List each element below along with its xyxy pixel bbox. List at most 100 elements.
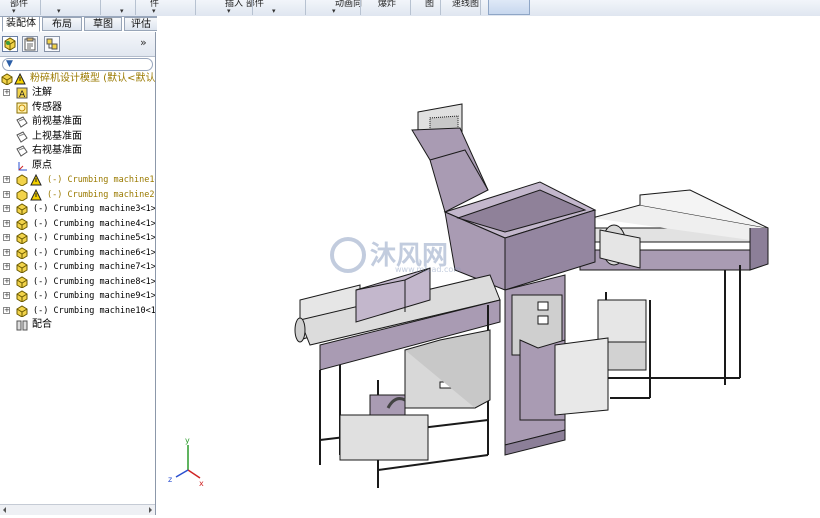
annotation-icon: A: [16, 87, 28, 99]
tree-expand-icon[interactable]: +: [3, 205, 10, 212]
ribbon-separator: [40, 0, 41, 15]
tree-expand-icon[interactable]: +: [3, 89, 10, 96]
tree-item-label: (-) Crumbing machine1<1>: [47, 175, 155, 185]
assembly-icon: [1, 73, 13, 85]
tree-item[interactable]: + (-) Crumbing machine3<1>: [0, 202, 155, 216]
tree-item-label: (-) Crumbing machine7<1>: [33, 262, 155, 272]
tree-filter-input[interactable]: ▼: [2, 58, 153, 71]
tree-item-label: (-) Crumbing machine9<1>: [33, 291, 155, 301]
tree-item-label: 原点: [32, 159, 52, 171]
tree-expand-icon[interactable]: +: [3, 176, 10, 183]
tree-item[interactable]: + (-) Crumbing machine6<1>: [0, 246, 155, 260]
part-warning-icon: [16, 188, 28, 201]
ribbon-dropdown-arrow-icon[interactable]: ▾: [12, 7, 16, 15]
part-icon: [16, 217, 28, 230]
ribbon-separator: [360, 0, 361, 15]
tree-item[interactable]: + (-) Crumbing machine5<1>: [0, 231, 155, 245]
tree-item[interactable]: 配合: [0, 318, 155, 332]
tab-2[interactable]: 草图: [84, 17, 122, 31]
tree-item-label: (-) Crumbing machine4<1>: [33, 218, 155, 229]
part-icon: [16, 304, 28, 317]
tree-expand-icon[interactable]: +: [3, 248, 10, 256]
tree-item[interactable]: + (-) Crumbing machine10<1>: [0, 304, 155, 318]
tree-root-label: 粉碎机设计模型 (默认<默认: [30, 73, 155, 84]
ribbon-separator: [480, 0, 481, 15]
tree-item[interactable]: + (-) Crumbing machine7<1>: [0, 260, 155, 274]
tree-item-label: 传感器: [32, 101, 62, 113]
tree-root-assembly[interactable]: 粉碎机设计模型 (默认<默认: [0, 72, 155, 86]
mates-icon: [16, 320, 28, 331]
tree-expand-icon[interactable]: +: [3, 219, 10, 227]
tree-item-label: (-) Crumbing machine8<1>: [33, 276, 155, 287]
property-manager-tab-icon[interactable]: [22, 36, 38, 52]
tree-item-label: 右视基准面: [32, 145, 82, 156]
warning-icon: [14, 73, 26, 85]
ribbon-dropdown-arrow-icon[interactable]: ▾: [57, 7, 61, 15]
ribbon-dropdown-arrow-icon[interactable]: ▾: [227, 7, 231, 15]
graphics-viewport[interactable]: 沐风网 www.mfcad.com y x z: [157, 16, 820, 515]
tree-expand-icon[interactable]: +: [3, 263, 10, 270]
part-icon: [16, 261, 28, 273]
ribbon-item-8[interactable]: 爆炸: [378, 0, 396, 9]
tree-item[interactable]: 右视基准面: [0, 144, 155, 158]
part-icon: [16, 232, 28, 244]
tree-item[interactable]: + (-) Crumbing machine1<1>: [0, 173, 155, 187]
tree-item[interactable]: + A 注解: [0, 86, 155, 100]
ribbon-separator: [135, 0, 136, 15]
plane-icon: [16, 145, 28, 157]
triad-y-label: y: [185, 436, 190, 445]
ribbon-dropdown-arrow-icon[interactable]: ▾: [272, 7, 276, 15]
ribbon-separator: [440, 0, 441, 15]
part-icon: [16, 246, 28, 259]
tab-3[interactable]: 评估: [124, 17, 158, 31]
tree-item[interactable]: 前视基准面: [0, 115, 155, 129]
tree-item-label: (-) Crumbing machine5<1>: [33, 233, 155, 243]
tree-item-label: 前视基准面: [32, 116, 82, 127]
tree-expand-icon[interactable]: +: [3, 277, 10, 285]
tree-item[interactable]: 原点: [0, 159, 155, 173]
tree-expand-icon[interactable]: +: [3, 190, 10, 198]
tree-item[interactable]: + (-) Crumbing machine4<1>: [0, 217, 155, 231]
tree-expand-icon[interactable]: +: [3, 306, 10, 314]
tree-item[interactable]: + (-) Crumbing machine9<1>: [0, 289, 155, 303]
feature-manager-panel: » ▼ 粉碎机设计模型 (默认<默认 + A 注解传感器前视基准面上视基准面 右视基准面…: [0, 32, 156, 515]
ribbon-item-9[interactable]: 图: [425, 0, 434, 9]
tree-item[interactable]: + (-) Crumbing machine8<1>: [0, 275, 155, 289]
tab-1[interactable]: 布局: [42, 17, 82, 31]
watermark-url: www.mfcad.com: [395, 265, 461, 274]
filter-funnel-icon[interactable]: ▼: [6, 59, 13, 70]
right-motor-box: [597, 299, 647, 343]
configuration-manager-tab-icon[interactable]: [44, 36, 60, 52]
triad-z-label: z: [168, 475, 172, 484]
tree-item[interactable]: 上视基准面: [0, 130, 155, 144]
warning-icon: [30, 174, 42, 186]
tree-item-label: (-) Crumbing machine6<1>: [33, 247, 155, 258]
feature-tree-tab-icon[interactable]: [2, 36, 18, 52]
ribbon-dropdown-arrow-icon[interactable]: ▾: [152, 7, 156, 15]
tree-item-label: (-) Crumbing machine10<1>: [33, 305, 155, 316]
axis-triad: y x z: [168, 436, 204, 488]
ribbon-dropdown-arrow-icon[interactable]: ▾: [120, 7, 124, 15]
ribbon-separator: [252, 0, 253, 15]
part-warning-icon: [16, 174, 28, 186]
horizontal-scrollbar[interactable]: [0, 504, 155, 515]
watermark-logo: 沐风网 www.mfcad.com: [330, 237, 461, 274]
plane-icon: [16, 116, 28, 128]
origin-icon: [18, 161, 27, 170]
ribbon-item-7[interactable]: 动画向: [335, 0, 362, 9]
ribbon-item-10[interactable]: 速线图: [452, 0, 479, 9]
tree-item-label: 配合: [32, 319, 52, 330]
tab-0[interactable]: 装配体: [2, 16, 40, 32]
tree-item[interactable]: 传感器: [0, 101, 155, 115]
ribbon-separator: [305, 0, 306, 15]
panel-collapse-chevron-icon[interactable]: »: [140, 36, 147, 49]
plane-icon: [16, 130, 28, 143]
ribbon-active-button[interactable]: [488, 0, 530, 15]
left-base-box: [339, 414, 429, 461]
tree-item-label: 注解: [32, 87, 52, 98]
command-manager-ribbon: 部件 ▾ ▾ ▾ 件 ▾ 插入 部件 ▾ ▾ ▾ 动画向 爆炸图速线图: [0, 0, 820, 17]
tree-expand-icon[interactable]: +: [3, 234, 10, 241]
tree-item[interactable]: + (-) Crumbing machine2<1>: [0, 188, 155, 202]
part-icon: [16, 203, 28, 215]
tree-expand-icon[interactable]: +: [3, 292, 10, 299]
